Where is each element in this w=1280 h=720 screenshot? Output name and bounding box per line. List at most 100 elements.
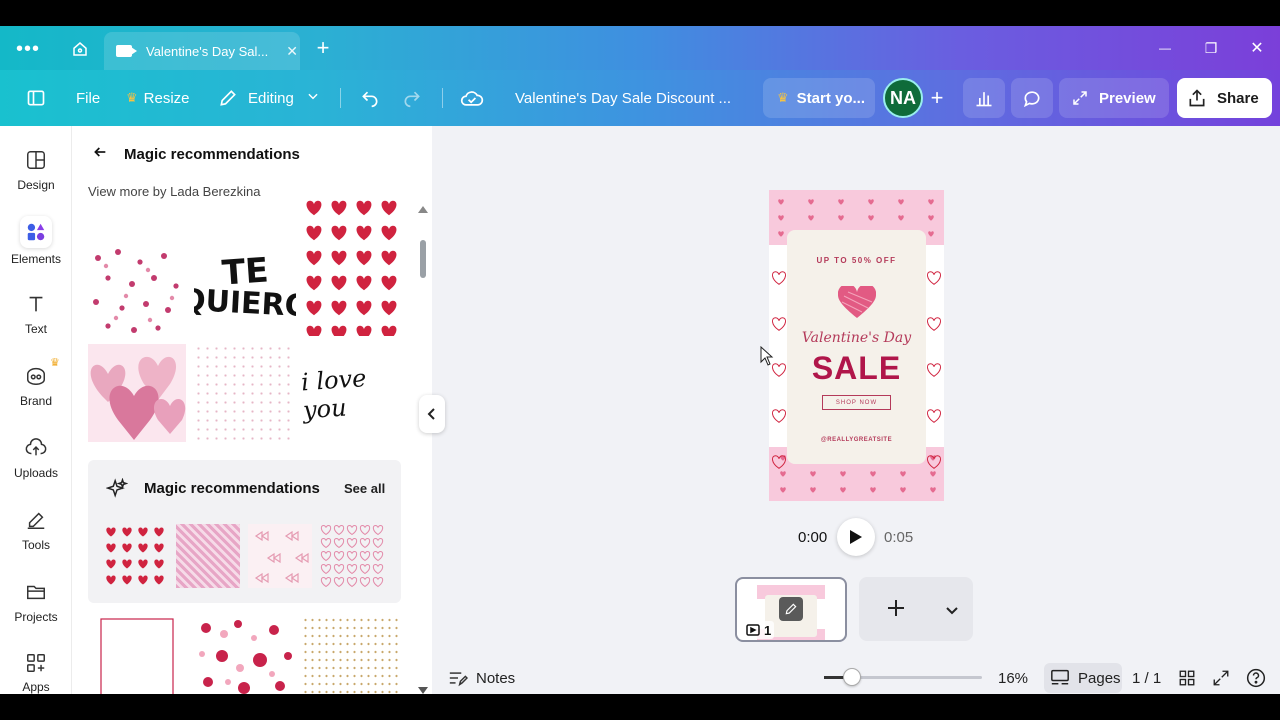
invite-add-button[interactable]: +	[923, 78, 951, 118]
video-page-badge: 1	[743, 621, 775, 639]
graphic-thumbnail-dotted-pattern[interactable]	[194, 344, 296, 442]
file-menu-button[interactable]: File	[76, 70, 100, 126]
heart-shape	[333, 563, 345, 575]
design-page[interactable]: UP TO 50% OFF Valentine's Day SALE SHOP …	[769, 190, 944, 501]
panel-scrollbar-thumb[interactable]	[420, 240, 426, 278]
heart-shape	[331, 300, 347, 316]
resize-button[interactable]: ♛ Resize	[126, 70, 190, 126]
tab-close-icon[interactable]: ✕	[286, 43, 298, 60]
rail-item-text[interactable]: Text	[0, 286, 72, 358]
pages-button[interactable]: Pages	[1044, 663, 1122, 693]
rail-item-projects[interactable]: Projects	[0, 574, 72, 646]
notes-label: Notes	[476, 669, 516, 687]
tab-active[interactable]: Valentine's Day Sal... ✕	[104, 32, 300, 70]
zoom-slider-knob[interactable]	[843, 668, 861, 686]
start-trial-button[interactable]: ♛ Start yo...	[763, 78, 875, 118]
graphic-thumbnail-i-love-you[interactable]: i love you	[302, 344, 402, 442]
start-trial-label: Start yo...	[796, 89, 866, 107]
add-page-button[interactable]	[859, 577, 973, 641]
more-menu-icon[interactable]: •••	[16, 38, 40, 60]
design-site-text[interactable]: @REALLYGREATSITE	[787, 437, 926, 443]
rail-item-tools[interactable]: Tools	[0, 502, 72, 574]
share-icon	[1189, 89, 1205, 107]
toolbar-divider	[442, 88, 443, 108]
home-icon[interactable]	[68, 38, 92, 60]
design-valentines-text[interactable]: Valentine's Day	[787, 330, 926, 346]
design-card[interactable]: UP TO 50% OFF Valentine's Day SALE SHOP …	[787, 230, 926, 464]
avatar[interactable]: NA	[883, 78, 923, 118]
recommendation-thumbnail-red-hearts[interactable]	[104, 524, 168, 588]
comments-button[interactable]	[1011, 78, 1053, 118]
grid-view-icon[interactable]	[1178, 666, 1196, 690]
insights-button[interactable]	[963, 78, 1005, 118]
chevron-down-icon[interactable]	[945, 603, 959, 621]
graphic-thumbnail-heart-frame[interactable]	[98, 616, 176, 694]
see-all-link[interactable]: See all	[344, 481, 385, 496]
heart-shape	[356, 250, 372, 266]
design-heart-icon[interactable]	[837, 283, 877, 320]
collapse-panel-button[interactable]	[419, 395, 445, 433]
panel-scrollbar[interactable]	[418, 206, 428, 694]
view-more-link[interactable]: View more by Lada Berezkina	[88, 184, 260, 199]
folder-icon	[24, 580, 48, 604]
title-bar: ••• Valentine's Day Sal... ✕ + — ❐ ✕	[0, 26, 1280, 70]
mouse-cursor-icon	[760, 345, 774, 366]
rail-item-uploads[interactable]: Uploads	[0, 430, 72, 502]
page-number: 1	[764, 622, 772, 638]
window-close-icon[interactable]: ✕	[1246, 36, 1268, 60]
heart-shape	[138, 559, 148, 569]
heart-shape	[359, 563, 371, 575]
preview-label: Preview	[1099, 89, 1156, 107]
scroll-up-arrow[interactable]	[418, 206, 428, 213]
add-label: +	[930, 85, 944, 110]
heart-shape	[306, 200, 322, 216]
preview-button[interactable]: Preview	[1059, 78, 1169, 118]
maximize-icon[interactable]: ❐	[1200, 36, 1222, 60]
scroll-down-arrow[interactable]	[418, 687, 428, 694]
back-arrow-icon[interactable]	[92, 144, 108, 165]
graphic-thumbnail-red-hearts[interactable]	[302, 200, 402, 336]
help-icon[interactable]	[1246, 666, 1266, 690]
graphic-thumbnail-gold-confetti[interactable]	[302, 616, 402, 694]
heart-shape	[154, 575, 164, 585]
heart-shape	[356, 200, 372, 216]
design-shop-now-button[interactable]: SHOP NOW	[822, 395, 891, 410]
rail-item-design[interactable]: Design	[0, 142, 72, 214]
left-rail: Design Elements Text ♛ Brand Uploads Too…	[0, 126, 72, 694]
recommendation-thumbnail-bows[interactable]	[248, 524, 312, 588]
heart-shape	[346, 524, 358, 536]
heart-shape	[927, 409, 941, 423]
recommendation-thumbnail-outline-hearts[interactable]	[320, 524, 384, 588]
notes-button[interactable]: Notes	[448, 666, 515, 690]
cloud-save-icon[interactable]	[460, 70, 484, 126]
edit-page-icon[interactable]	[779, 597, 803, 621]
play-button[interactable]	[837, 518, 875, 556]
zoom-slider[interactable]	[824, 668, 982, 686]
heart-shape	[359, 550, 371, 562]
zoom-level[interactable]: 16%	[998, 666, 1028, 690]
document-title[interactable]: Valentine's Day Sale Discount ...	[515, 70, 731, 126]
heart-shape	[154, 559, 164, 569]
editing-mode-button[interactable]: Editing	[218, 70, 320, 126]
fullscreen-icon[interactable]	[1212, 666, 1230, 690]
rail-item-elements[interactable]: Elements	[0, 214, 72, 286]
graphic-thumbnail-small-hearts[interactable]	[88, 238, 186, 336]
rail-item-apps[interactable]: Apps	[0, 646, 72, 694]
share-button[interactable]: Share	[1177, 78, 1272, 118]
undo-icon[interactable]	[360, 70, 380, 126]
design-sale-text[interactable]: SALE	[787, 350, 926, 387]
rail-label: Projects	[14, 610, 58, 624]
rail-item-brand[interactable]: ♛ Brand	[0, 357, 72, 430]
graphic-thumbnail-te-quiero[interactable]: TE QUIERO	[194, 238, 296, 336]
graphic-thumbnail-mixed-hearts[interactable]	[194, 616, 296, 694]
new-tab-button[interactable]: +	[312, 35, 334, 60]
graphic-thumbnail-watercolor-hearts[interactable]	[88, 344, 186, 442]
heart-shape	[381, 325, 397, 336]
sidebar-toggle-icon[interactable]	[26, 70, 46, 126]
redo-icon[interactable]	[402, 70, 422, 126]
page-thumbnail[interactable]: 1	[735, 577, 847, 642]
heart-shape	[320, 576, 332, 588]
minimize-icon[interactable]: —	[1154, 36, 1176, 60]
recommendation-thumbnail-zigzag[interactable]	[176, 524, 240, 588]
design-up-to-text[interactable]: UP TO 50% OFF	[787, 256, 926, 265]
